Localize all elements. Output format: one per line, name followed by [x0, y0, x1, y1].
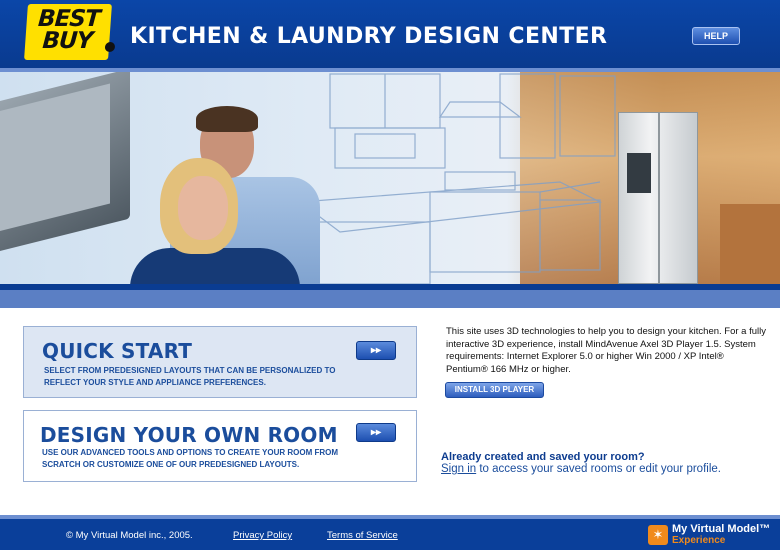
logo-tag-hole: [104, 42, 116, 52]
page-title: KITCHEN & LAUNDRY DESIGN CENTER: [130, 24, 608, 49]
refrigerator: [618, 112, 698, 284]
copyright-text: © My Virtual Model inc., 2005.: [66, 530, 193, 541]
site-header: BEST BUY KITCHEN & LAUNDRY DESIGN CENTER…: [0, 0, 780, 68]
kitchen-counter: [720, 204, 780, 284]
fridge-door-split: [658, 113, 660, 284]
design-room-go-button[interactable]: ▸▸: [356, 423, 396, 442]
best-buy-logo[interactable]: BEST BUY: [24, 4, 116, 60]
terms-of-service-link[interactable]: Terms of Service: [327, 530, 398, 541]
logo-text: BEST BUY: [37, 6, 101, 54]
saved-room-heading: Already created and saved your room?: [441, 451, 645, 463]
my-virtual-model-brand[interactable]: My Virtual Model™: [672, 523, 770, 535]
monitor-screen: [0, 83, 110, 232]
woman-face: [178, 176, 228, 240]
hero-image: [0, 72, 780, 284]
quick-start-description: SELECT FROM PREDESIGNED LAYOUTS THAT CAN…: [44, 366, 336, 387]
site-footer: © My Virtual Model inc., 2005. Privacy P…: [0, 519, 780, 550]
saved-room-line: Sign in to access your saved rooms or ed…: [441, 463, 721, 475]
woman-figure: [130, 248, 300, 284]
man-hair: [196, 106, 258, 132]
design-room-title[interactable]: DESIGN YOUR OWN ROOM: [40, 423, 338, 447]
quick-start-title[interactable]: QUICK START: [42, 339, 192, 363]
saved-room-text: to access your saved rooms or edit your …: [476, 463, 721, 475]
fridge-dispenser: [627, 153, 651, 193]
system-requirements-text: This site uses 3D technologies to help y…: [446, 326, 767, 375]
my-virtual-model-sub: Experience: [672, 535, 726, 546]
design-room-panel[interactable]: DESIGN YOUR OWN ROOM USE OUR ADVANCED TO…: [23, 410, 417, 482]
my-virtual-model-star-icon[interactable]: ✶: [648, 525, 668, 545]
privacy-policy-link[interactable]: Privacy Policy: [233, 530, 292, 541]
help-button[interactable]: HELP: [692, 27, 740, 45]
install-3d-player-button[interactable]: INSTALL 3D PLAYER: [445, 382, 544, 398]
quick-start-panel[interactable]: QUICK START SELECT FROM PREDESIGNED LAYO…: [23, 326, 417, 398]
sign-in-link[interactable]: Sign in: [441, 463, 476, 475]
hero-bottom-band: [0, 290, 780, 308]
design-room-description: USE OUR ADVANCED TOOLS AND OPTIONS TO CR…: [42, 448, 339, 469]
quick-start-go-button[interactable]: ▸▸: [356, 341, 396, 360]
